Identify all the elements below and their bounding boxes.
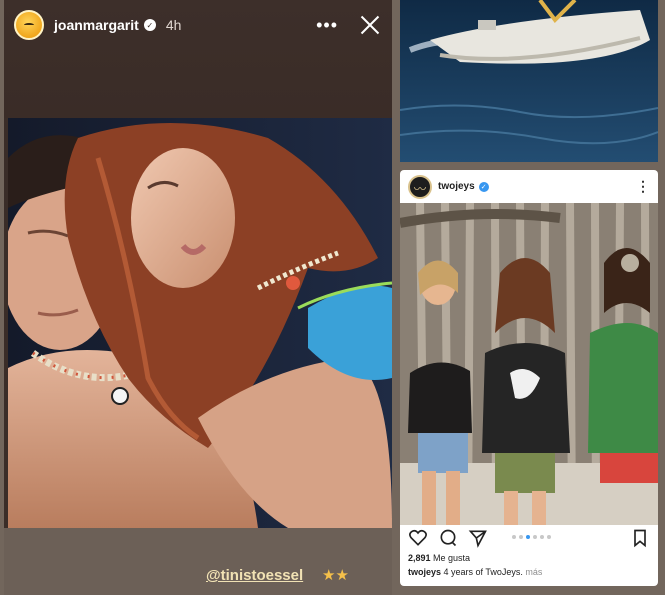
story-username[interactable]: joanmargarit xyxy=(54,17,139,33)
carousel-dot xyxy=(547,535,551,539)
heart-icon[interactable] xyxy=(408,528,428,548)
post-username[interactable]: twojeys xyxy=(438,181,475,192)
story-time-ago: 4h xyxy=(165,17,182,33)
carousel-indicator xyxy=(512,535,551,539)
carousel-dot xyxy=(540,535,544,539)
story-header: joanmargarit ✓ 4h ••• xyxy=(14,8,382,42)
carousel-dot xyxy=(519,535,523,539)
story-bottom-band xyxy=(4,528,392,595)
likes-count: 2,891 xyxy=(408,553,431,563)
caption-more-link[interactable]: más xyxy=(525,567,542,577)
shared-post-card[interactable]: ◡◡ twojeys ✓ ⋮ 2,891 Me gusta twojeys 4 … xyxy=(400,170,658,586)
share-icon[interactable] xyxy=(468,528,488,548)
post-caption: twojeys 4 years of TwoJeys. más xyxy=(400,567,658,577)
post-actions-bar xyxy=(400,525,658,551)
bookmark-icon[interactable] xyxy=(630,528,650,548)
story-photo xyxy=(8,118,392,528)
caption-username[interactable]: twojeys xyxy=(408,567,441,577)
more-options-icon[interactable]: ••• xyxy=(316,15,338,36)
likes-row[interactable]: 2,891 Me gusta xyxy=(400,553,658,563)
verified-badge-icon: ✓ xyxy=(143,19,156,31)
mention-sticker[interactable]: @tinistoessel xyxy=(206,567,303,584)
comment-icon[interactable] xyxy=(438,528,458,548)
instagram-story: joanmargarit ✓ 4h ••• xyxy=(4,0,392,595)
post-avatar[interactable]: ◡◡ xyxy=(408,174,432,199)
carousel-dot-active xyxy=(526,535,530,539)
likes-label: Me gusta xyxy=(433,553,471,563)
boat-photo xyxy=(400,0,658,162)
story-avatar[interactable] xyxy=(14,10,44,40)
caption-text: 4 years of TwoJeys. xyxy=(443,567,523,577)
carousel-dot xyxy=(533,535,537,539)
post-more-icon[interactable]: ⋮ xyxy=(636,178,650,195)
stars-emoji: ★★ xyxy=(322,567,349,584)
close-icon[interactable] xyxy=(358,13,382,37)
post-photo xyxy=(400,203,658,525)
post-header: ◡◡ twojeys ✓ ⋮ xyxy=(400,170,658,203)
screen: joanmargarit ✓ 4h ••• @tinistoessel ★★ ◡… xyxy=(0,0,665,595)
verified-badge-icon: ✓ xyxy=(478,181,489,192)
carousel-dot xyxy=(512,535,516,539)
